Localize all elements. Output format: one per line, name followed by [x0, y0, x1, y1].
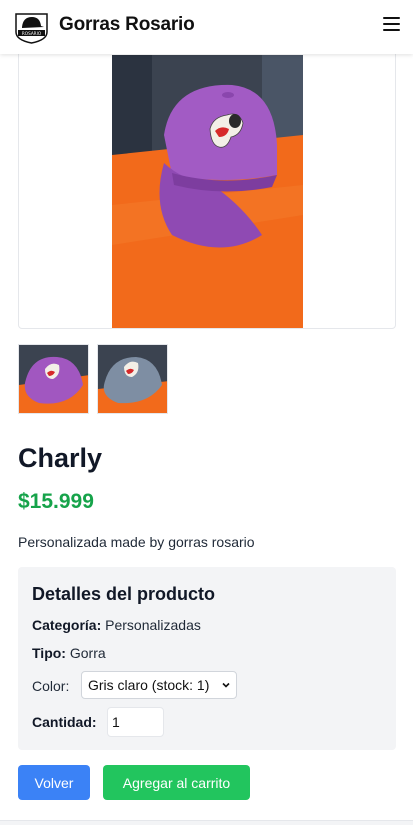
- hamburger-menu-icon[interactable]: [383, 17, 401, 33]
- product-title: Charly: [18, 443, 103, 473]
- category-label: Categoría:: [32, 617, 102, 633]
- category-value: Personalizadas: [105, 617, 201, 633]
- color-selected-value: Gris claro (stock: 1): [88, 677, 210, 693]
- product-main-image: [112, 55, 303, 328]
- product-details-panel: Detalles del producto Categoría: Persona…: [18, 567, 396, 750]
- svg-text:ROSARIO: ROSARIO: [22, 31, 42, 36]
- thumbnail-gray-cap[interactable]: [97, 344, 168, 414]
- brand-name[interactable]: Gorras Rosario: [59, 14, 195, 36]
- footer-divider: [0, 820, 413, 825]
- back-button[interactable]: Volver: [18, 765, 90, 800]
- product-price: $15.999: [18, 490, 94, 513]
- color-label: Color:: [32, 678, 70, 694]
- quantity-label: Cantidad:: [32, 714, 97, 730]
- details-title: Detalles del producto: [32, 584, 216, 604]
- type-value: Gorra: [69, 645, 106, 661]
- add-to-cart-button[interactable]: Agregar al carrito: [103, 765, 250, 800]
- thumbnail-purple-cap[interactable]: [18, 344, 89, 414]
- chevron-down-icon: [222, 682, 230, 688]
- cap-logo-icon[interactable]: ROSARIO: [13, 10, 50, 44]
- type-label: Tipo:: [32, 645, 66, 661]
- quantity-input[interactable]: 1: [107, 707, 164, 737]
- product-description: Personalizada made by gorras rosario: [18, 534, 255, 550]
- color-select[interactable]: Gris claro (stock: 1): [81, 671, 237, 699]
- main-image-frame: [18, 50, 396, 329]
- type-row: Tipo: Gorra: [32, 645, 106, 661]
- category-row: Categoría: Personalizadas: [32, 617, 201, 633]
- site-header: ROSARIO Gorras Rosario: [0, 0, 413, 54]
